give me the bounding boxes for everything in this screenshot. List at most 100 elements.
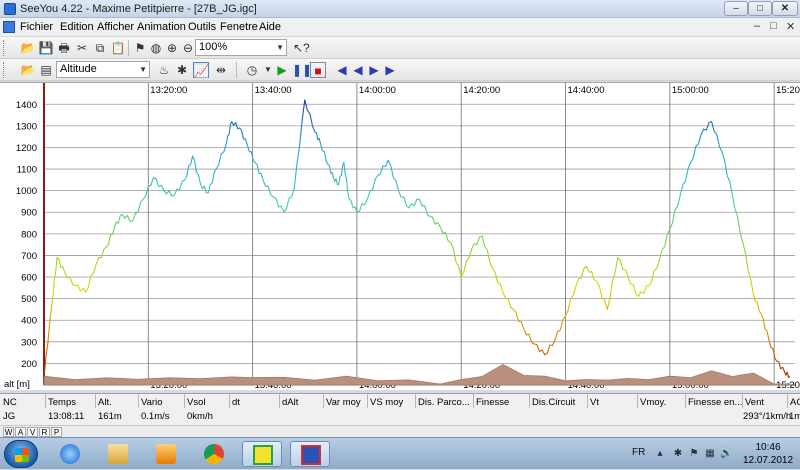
mdi-restore-button[interactable]: □ (770, 20, 777, 32)
column-divider[interactable] (637, 394, 638, 408)
tab-p[interactable]: P (51, 427, 62, 437)
tab-r[interactable]: R (39, 427, 50, 437)
first-icon[interactable]: ◀ (334, 62, 350, 78)
x-tick-label-top: 13:40:00 (255, 85, 292, 96)
globe-icon[interactable]: ◍ (148, 40, 164, 56)
tab-a[interactable]: A (15, 427, 26, 437)
header-dalt: dAlt (282, 397, 299, 408)
seeyou-icon (301, 445, 321, 465)
save-icon[interactable]: 💾 (38, 40, 54, 56)
column-divider[interactable] (529, 394, 530, 408)
print-icon[interactable]: 🖶 (56, 40, 72, 56)
menu-aide[interactable]: Aide (259, 21, 281, 33)
clock-time[interactable]: 10:46 (740, 442, 796, 453)
next-icon[interactable]: ▶ (366, 62, 382, 78)
column-divider[interactable] (787, 394, 788, 408)
start-button[interactable] (4, 440, 38, 468)
column-divider[interactable] (229, 394, 230, 408)
zoom-select[interactable]: 100% ▼ (195, 39, 287, 56)
tray-bluetooth-icon[interactable]: ✱ (672, 448, 684, 460)
paste-icon[interactable]: 📋 (110, 40, 126, 56)
clock-icon[interactable]: ◷ (244, 62, 260, 78)
windows-taskbar: FR ▴ ✱ ⚑ ▦ 🔊 10:46 12.07.2012 (0, 437, 800, 469)
stop-icon[interactable]: ■ (310, 62, 326, 78)
cut-icon[interactable]: ✂ (74, 40, 90, 56)
column-divider[interactable] (45, 394, 46, 408)
tray-arrow-icon[interactable]: ▴ (654, 448, 666, 460)
side-tabs: WAVRP (0, 425, 800, 437)
taskbar-explorer[interactable] (98, 441, 138, 467)
play-icon[interactable]: ▶ (274, 62, 290, 78)
open-folder-icon[interactable]: 📂 (20, 40, 36, 56)
header-nc: NC (3, 397, 17, 408)
language-indicator[interactable]: FR (632, 447, 645, 458)
thermal-icon[interactable]: ♨ (156, 62, 172, 78)
document-icon[interactable] (3, 21, 15, 33)
barogram-icon[interactable]: 📈 (193, 62, 209, 78)
column-divider[interactable] (473, 394, 474, 408)
optimize-icon[interactable]: ✱ (174, 62, 190, 78)
taskbar-media[interactable] (146, 441, 186, 467)
app-icon[interactable] (4, 3, 16, 15)
column-divider[interactable] (415, 394, 416, 408)
previous-icon[interactable]: ◀ (350, 62, 366, 78)
header-finesse: Finesse (476, 397, 510, 408)
menu-edition[interactable]: Edition (60, 21, 94, 33)
graph-view-select[interactable]: Altitude ▼ (56, 61, 150, 78)
tray-volume-icon[interactable]: 🔊 (720, 448, 732, 460)
windows-logo-icon (15, 448, 29, 462)
header-vt: Vt (590, 397, 599, 408)
menu-afficher[interactable]: Afficher (97, 21, 134, 33)
column-divider[interactable] (587, 394, 588, 408)
zoom-out-icon[interactable]: ⊖ (180, 40, 196, 56)
column-divider[interactable] (685, 394, 686, 408)
flag-icon[interactable]: ⚑ (132, 40, 148, 56)
menu-fenetre[interactable]: Fenetre (220, 21, 258, 33)
x-tick-label-top: 14:00:00 (359, 85, 396, 96)
altitude-trace[interactable] (43, 99, 791, 379)
context-help-icon[interactable]: ↖? (293, 40, 310, 56)
folder-icon (108, 444, 128, 464)
zoom-value: 100% (199, 41, 228, 53)
column-divider[interactable] (138, 394, 139, 408)
taskbar-app-yellow[interactable] (242, 441, 282, 467)
mdi-close-button[interactable]: ✕ (786, 20, 795, 33)
clock-date[interactable]: 12.07.2012 (740, 455, 796, 466)
split-icon[interactable]: ⇹ (213, 62, 229, 78)
open-flight-icon[interactable]: 📂 (20, 62, 36, 78)
tray-flag-icon[interactable]: ⚑ (688, 448, 700, 460)
tab-v[interactable]: V (27, 427, 38, 437)
mdi-minimize-button[interactable]: – (754, 20, 760, 32)
taskbar-ie[interactable] (50, 441, 90, 467)
copy-icon[interactable]: ⧉ (92, 40, 108, 56)
minimize-button[interactable]: – (724, 1, 748, 16)
maximize-button[interactable]: □ (748, 1, 772, 16)
tab-w[interactable]: W (3, 427, 14, 437)
toolbar-separator (236, 62, 237, 78)
taskbar-chrome[interactable] (194, 441, 234, 467)
close-button[interactable]: ✕ (772, 1, 798, 16)
column-divider[interactable] (367, 394, 368, 408)
toolbar-separator (128, 40, 129, 56)
toolbar-grip[interactable] (3, 40, 6, 56)
y-tick-label: 600 (21, 273, 37, 284)
taskbar-seeyou[interactable] (290, 441, 330, 467)
flight-toolbar: 📂 ▤ Altitude ▼ ♨ ✱ 📈 ⇹ ◷ ▼ ▶ ❚❚ ■ ◀ ◀ ▶ … (0, 59, 800, 81)
task-app-icon (253, 445, 273, 465)
column-divider[interactable] (279, 394, 280, 408)
barogram-svg[interactable]: 200 300 400 500 600 700 800 900 1000 1100 1200 1300… (0, 83, 800, 391)
column-divider[interactable] (184, 394, 185, 408)
pause-icon[interactable]: ❚❚ (292, 62, 312, 78)
column-divider[interactable] (323, 394, 324, 408)
last-icon[interactable]: ▶ (382, 62, 398, 78)
zoom-in-icon[interactable]: ⊕ (164, 40, 180, 56)
menu-fichier[interactable]: Fichier (20, 21, 53, 33)
flight-info-icon[interactable]: ▤ (38, 62, 54, 78)
column-divider[interactable] (742, 394, 743, 408)
tray-network-icon[interactable]: ▦ (704, 448, 716, 460)
menu-animation[interactable]: Animation (137, 21, 186, 33)
column-divider[interactable] (95, 394, 96, 408)
menu-outils[interactable]: Outils (188, 21, 216, 33)
altitude-barogram[interactable]: 200 300 400 500 600 700 800 900 1000 1100 1200 1300… (0, 82, 800, 391)
toolbar-grip[interactable] (3, 62, 6, 78)
